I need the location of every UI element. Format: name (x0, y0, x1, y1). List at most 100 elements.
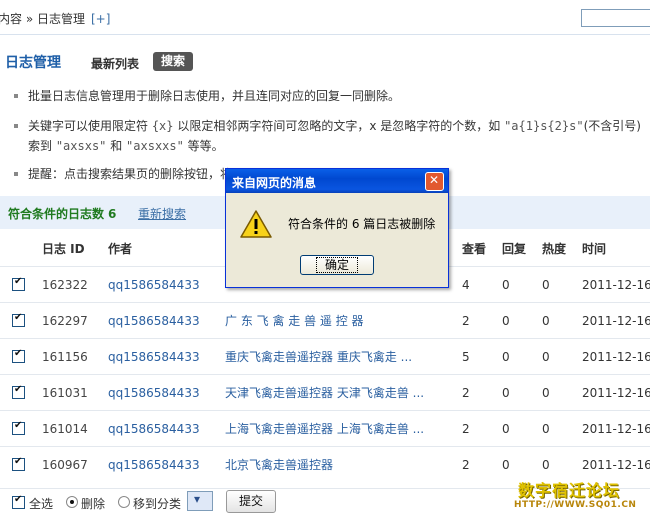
row-author-link[interactable]: qq1586584433 (108, 386, 200, 400)
row-heat: 0 (542, 422, 550, 436)
dialog-title: 来自网页的消息 (232, 176, 317, 190)
tip-code: "a{1}s{2}s" (504, 119, 584, 133)
select-all-label: 全选 (29, 497, 54, 511)
ok-button[interactable]: 确定 (300, 255, 374, 275)
tip-code: "axsxs" (55, 139, 107, 153)
tip-code: {x} (151, 119, 174, 133)
row-replies: 0 (502, 386, 510, 400)
watermark-logo: 数字宿迁论坛 (518, 481, 621, 500)
tab-search[interactable]: 搜索 (153, 52, 193, 71)
table-row: 161156 qq1586584433 重庆飞禽走兽遥控器 重庆飞禽走 ... … (0, 338, 650, 375)
row-views: 2 (462, 386, 470, 400)
tab-latest-list[interactable]: 最新列表 (91, 55, 139, 72)
ok-button-label: 确定 (315, 257, 359, 273)
delete-label: 删除 (81, 497, 106, 511)
column-header-heat: 热度 (542, 242, 567, 256)
row-author-link[interactable]: qq1586584433 (108, 458, 200, 472)
row-author-link[interactable]: qq1586584433 (108, 422, 200, 436)
row-replies: 0 (502, 278, 510, 292)
row-replies: 0 (502, 422, 510, 436)
tip-keyword-syntax-line2: 索到 "axsxs" 和 "axsxxs" 等等。 (28, 136, 224, 156)
row-checkbox[interactable] (12, 348, 25, 363)
results-count-label: 符合条件的日志数 (8, 207, 105, 221)
row-id: 162297 (42, 314, 88, 328)
tip-text: 等等。 (183, 139, 224, 153)
row-author-link[interactable]: qq1586584433 (108, 314, 200, 328)
row-views: 2 (462, 422, 470, 436)
results-count-value: 6 (108, 207, 117, 221)
tip-text: 和 (106, 139, 127, 153)
row-replies: 0 (502, 314, 510, 328)
submit-button[interactable]: 提交 (226, 490, 276, 513)
row-heat: 0 (542, 350, 550, 364)
breadcrumb-text: 内容 » 日志管理 (0, 12, 85, 26)
tip-text: 以限定相邻两字符间可忽略的文字，x 是忽略字符的个数，如 (173, 119, 505, 133)
dialog-message: 符合条件的 6 篇日志被删除 (288, 217, 436, 231)
tip-reminder: 提醒：点击搜索结果页的删除按钮，将 (14, 164, 232, 184)
bullet-icon (14, 93, 18, 98)
row-checkbox[interactable] (12, 456, 25, 471)
row-title-link[interactable]: 广 东 飞 禽 走 兽 遥 控 器 (225, 312, 364, 329)
column-header-replies: 回复 (502, 242, 527, 256)
row-title-link[interactable]: 北京飞禽走兽遥控器 (225, 456, 333, 473)
row-author-link[interactable]: qq1586584433 (108, 350, 200, 364)
row-time: 2011-12-16 (582, 278, 650, 292)
page-title: 日志管理 (5, 55, 61, 71)
row-heat: 0 (542, 314, 550, 328)
row-id: 161031 (42, 386, 88, 400)
warning-icon (240, 210, 272, 238)
tip-text: 关键字可以使用限定符 (28, 119, 152, 133)
category-select[interactable] (187, 491, 213, 511)
row-heat: 0 (542, 386, 550, 400)
table-row: 161014 qq1586584433 上海飞禽走兽遥控器 上海飞禽走兽 ...… (0, 410, 650, 447)
row-id: 161156 (42, 350, 88, 364)
row-heat: 0 (542, 458, 550, 472)
row-checkbox[interactable] (12, 312, 25, 327)
row-title-link[interactable]: 重庆飞禽走兽遥控器 重庆飞禽走 ... (225, 348, 412, 365)
select-all-checkbox[interactable] (12, 494, 25, 509)
breadcrumb: 内容 » 日志管理 [+] (0, 10, 110, 27)
move-label: 移到分类 (133, 497, 182, 511)
results-count: 符合条件的日志数 6 (8, 205, 116, 222)
column-header-id: 日志 ID (42, 242, 85, 256)
row-time: 2011-12-16 (582, 386, 650, 400)
close-icon[interactable] (425, 172, 444, 191)
row-checkbox[interactable] (12, 384, 25, 399)
row-heat: 0 (542, 278, 550, 292)
tip-text: 索到 (28, 139, 56, 153)
tip-keyword-syntax: 关键字可以使用限定符 {x} 以限定相邻两字符间可忽略的文字，x 是忽略字符的个… (14, 116, 641, 136)
move-radio[interactable] (118, 496, 130, 508)
row-checkbox[interactable] (12, 276, 25, 291)
table-row: 162297 qq1586584433 广 东 飞 禽 走 兽 遥 控 器 2 … (0, 302, 650, 339)
row-time: 2011-12-16 (582, 422, 650, 436)
tip-text: (不含引号) (583, 119, 641, 133)
add-shortcut-link[interactable]: [+] (91, 12, 110, 26)
row-views: 4 (462, 278, 470, 292)
row-replies: 0 (502, 350, 510, 364)
row-id: 160967 (42, 458, 88, 472)
table-row: 161031 qq1586584433 天津飞禽走兽遥控器 天津飞禽走兽 ...… (0, 374, 650, 411)
watermark-url: HTTP://WWW.SQ01.CN (514, 500, 637, 510)
column-header-views: 查看 (462, 242, 487, 256)
search-input[interactable] (581, 9, 650, 27)
row-views: 2 (462, 314, 470, 328)
row-views: 2 (462, 458, 470, 472)
tip-text: 批量日志信息管理用于删除日志使用，并且连同对应的回复一同删除。 (28, 89, 401, 103)
row-id: 161014 (42, 422, 88, 436)
bullet-icon (14, 171, 18, 176)
tip-text: 提醒：点击搜索结果页的删除按钮，将 (28, 167, 233, 181)
row-time: 2011-12-16 (582, 458, 650, 472)
row-time: 2011-12-16 (582, 350, 650, 364)
row-checkbox[interactable] (12, 420, 25, 435)
column-header-time: 时间 (582, 242, 607, 256)
row-title-link[interactable]: 上海飞禽走兽遥控器 上海飞禽走兽 ... (225, 420, 424, 437)
row-views: 5 (462, 350, 470, 364)
tip-code: "axsxxs" (126, 139, 184, 153)
row-author-link[interactable]: qq1586584433 (108, 278, 200, 292)
row-time: 2011-12-16 (582, 314, 650, 328)
alert-dialog: 来自网页的消息 符合条件的 6 篇日志被删除 确定 (225, 168, 449, 288)
row-title-link[interactable]: 天津飞禽走兽遥控器 天津飞禽走兽 ... (225, 384, 424, 401)
delete-radio[interactable] (66, 496, 78, 508)
column-header-author: 作者 (108, 242, 133, 256)
research-link[interactable]: 重新搜索 (138, 205, 186, 222)
